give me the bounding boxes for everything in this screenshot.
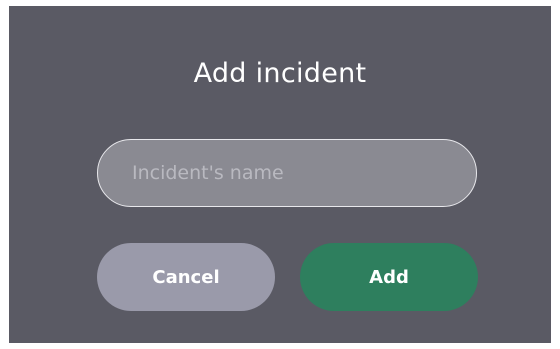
cancel-button[interactable]: Cancel <box>97 243 275 311</box>
dialog-title: Add incident <box>193 58 367 89</box>
add-button[interactable]: Add <box>300 243 478 311</box>
incident-name-input[interactable] <box>97 139 477 207</box>
add-incident-dialog: Add incident Cancel Add <box>9 6 551 343</box>
